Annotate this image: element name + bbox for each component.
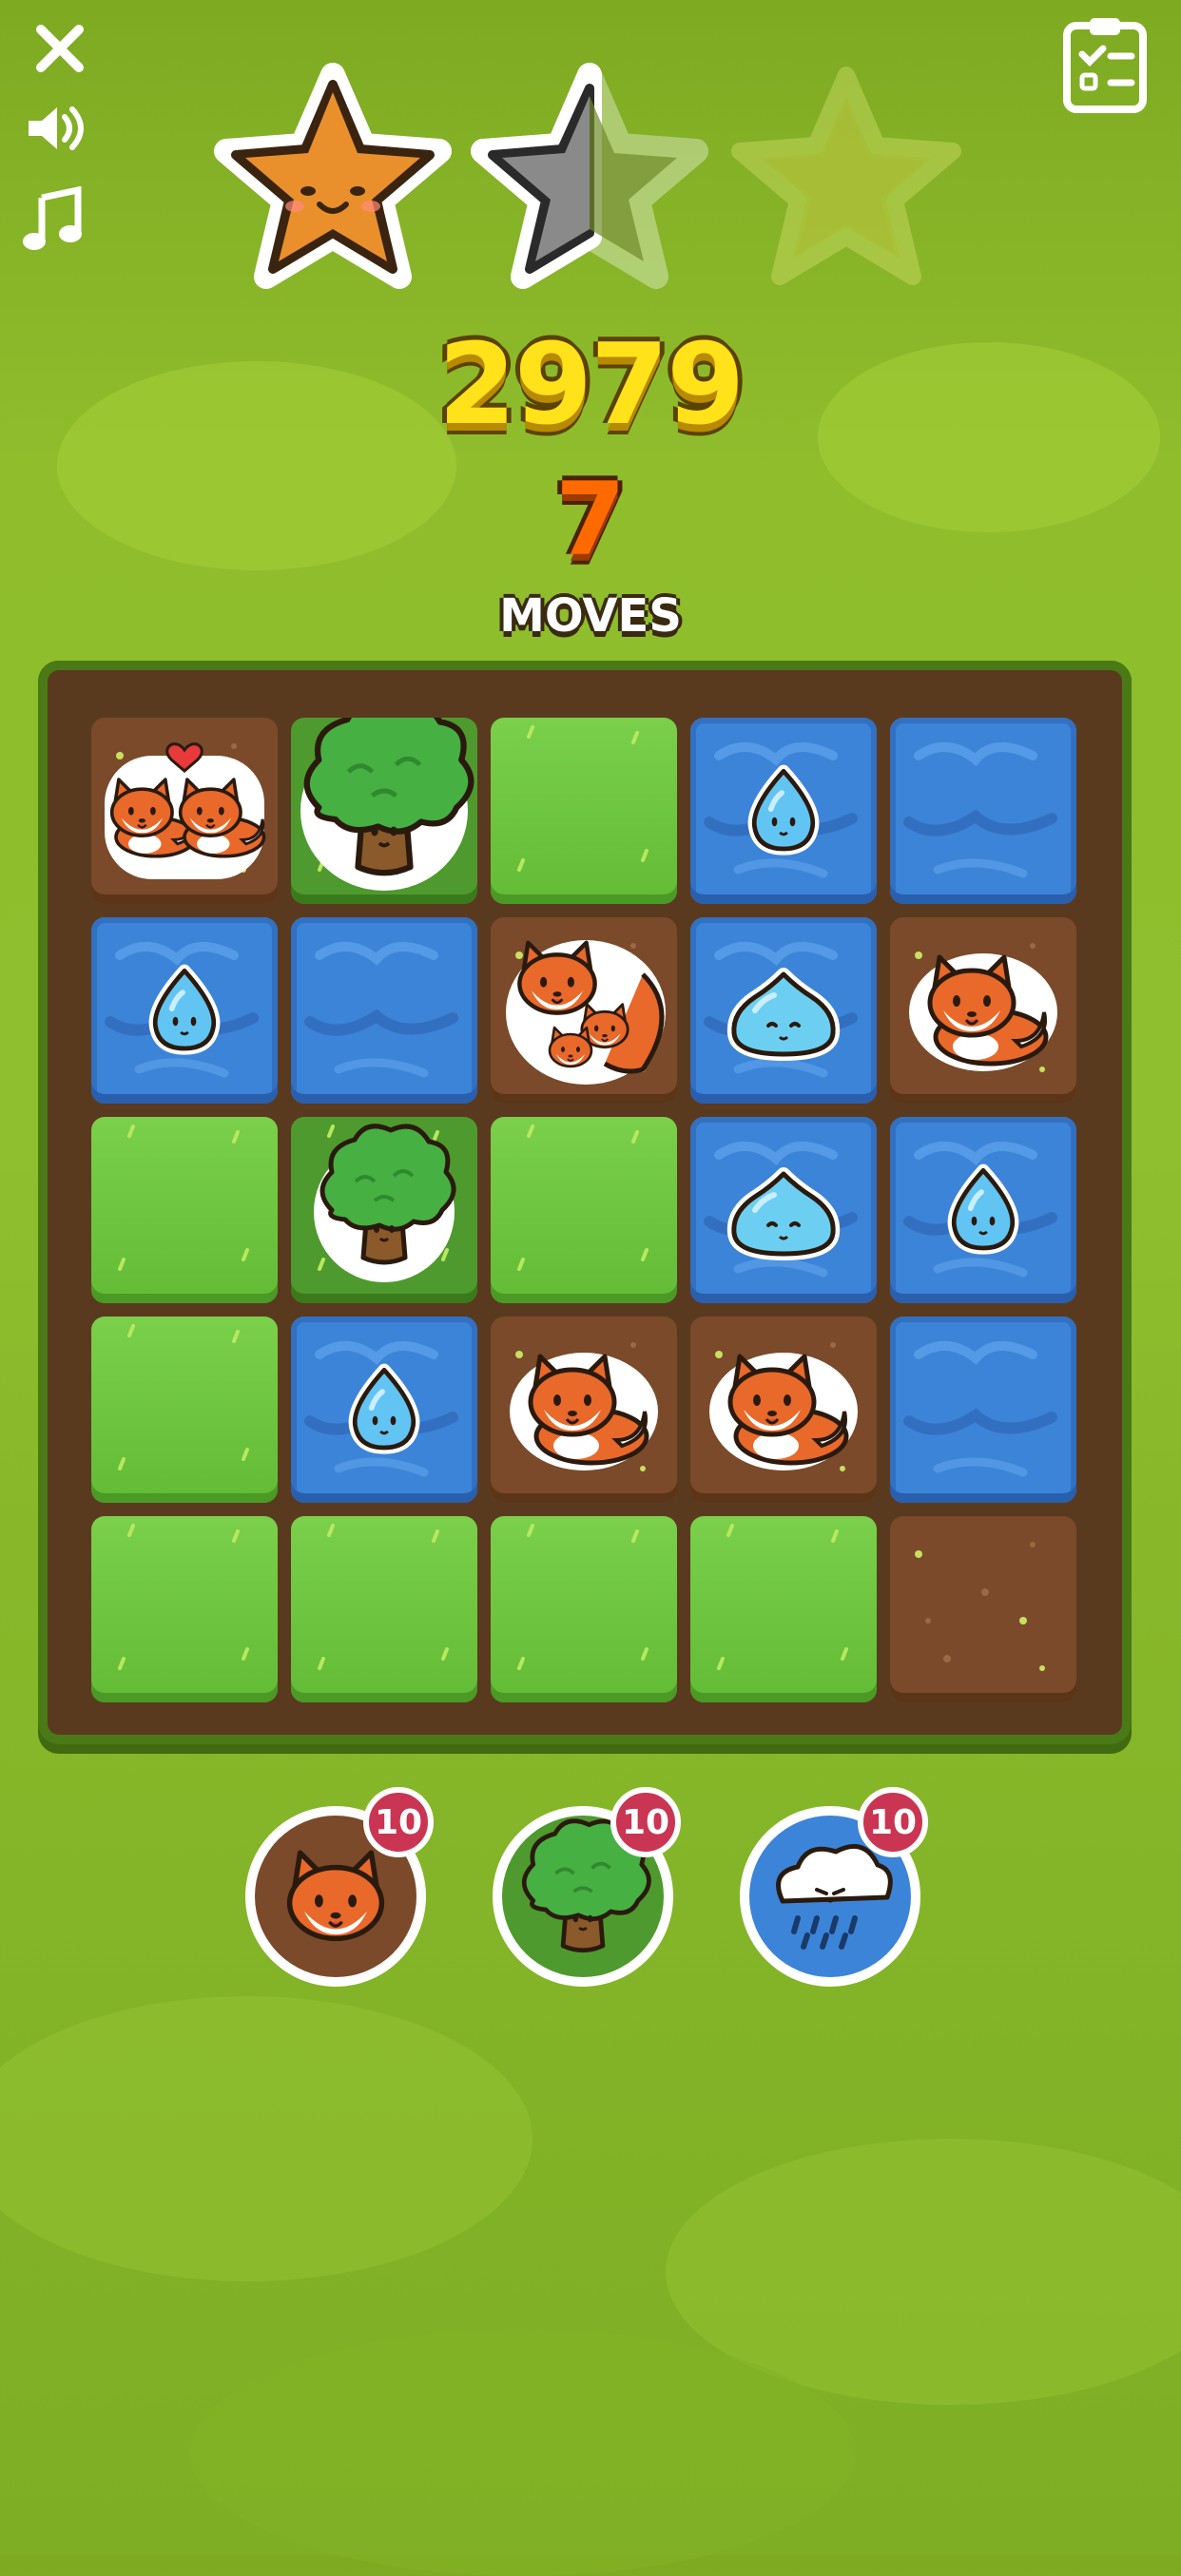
tile-forest[interactable] <box>291 718 477 904</box>
fox-icon <box>909 953 1057 1071</box>
tile-grass[interactable] <box>291 1516 477 1702</box>
tile-water[interactable] <box>890 1317 1076 1503</box>
game-board <box>91 718 1084 1706</box>
tile-grass[interactable] <box>491 718 677 904</box>
tile-grass[interactable] <box>491 1516 677 1702</box>
powerup-tray: 10 10 10 <box>0 1787 1181 1987</box>
tile-grass[interactable] <box>91 1516 278 1702</box>
star-empty-icon <box>723 62 970 299</box>
tile-water[interactable] <box>690 1117 877 1303</box>
top-bar <box>0 0 1181 314</box>
clipboard-checklist-icon[interactable] <box>1059 13 1151 114</box>
tile-water[interactable] <box>91 917 278 1104</box>
water-slime-icon <box>726 968 841 1061</box>
tile-grass[interactable] <box>91 1317 278 1503</box>
water-droplet-icon <box>348 1363 420 1454</box>
big-tree-icon <box>300 718 474 891</box>
fox-icon <box>709 1353 858 1471</box>
moves-label: MOVES <box>499 589 682 643</box>
tile-water[interactable] <box>890 718 1076 904</box>
fox-pair-icon <box>105 742 266 879</box>
powerup-count-badge: 10 <box>610 1787 681 1857</box>
star-half-icon <box>466 62 713 299</box>
tile-water[interactable] <box>890 1117 1076 1303</box>
fox-icon <box>510 1353 658 1471</box>
tile-grass[interactable] <box>91 1117 278 1303</box>
fox-family-icon <box>506 940 666 1085</box>
tile-dirt[interactable] <box>91 718 278 904</box>
tile-dirt[interactable] <box>890 917 1076 1104</box>
star-earned-icon <box>209 62 456 299</box>
moves-count: 7 <box>555 461 626 578</box>
tile-water[interactable] <box>291 917 477 1104</box>
close-icon[interactable] <box>27 15 93 82</box>
tile-water[interactable] <box>690 718 877 904</box>
tile-forest[interactable] <box>291 1117 477 1303</box>
water-droplet-icon <box>747 764 820 855</box>
tile-dirt[interactable] <box>491 917 677 1104</box>
tile-dirt[interactable] <box>890 1516 1076 1702</box>
powerup-count-badge: 10 <box>858 1787 928 1857</box>
tile-water[interactable] <box>690 917 877 1104</box>
tree-icon <box>314 1124 456 1282</box>
water-slime-icon <box>726 1167 841 1260</box>
powerup-fox[interactable]: 10 <box>245 1787 434 1987</box>
tile-grass[interactable] <box>491 1117 677 1303</box>
powerup-tree[interactable]: 10 <box>493 1787 681 1987</box>
music-icon[interactable] <box>19 186 86 253</box>
sound-icon[interactable] <box>23 95 89 162</box>
star-rating <box>209 62 989 290</box>
powerup-count-badge: 10 <box>363 1787 434 1857</box>
powerup-rain-cloud[interactable]: 10 <box>740 1787 928 1987</box>
water-droplet-icon <box>148 964 221 1055</box>
tile-grass[interactable] <box>690 1516 877 1702</box>
tile-dirt[interactable] <box>491 1317 677 1503</box>
tile-dirt[interactable] <box>690 1317 877 1503</box>
water-droplet-icon <box>947 1163 1019 1255</box>
tile-water[interactable] <box>291 1317 477 1503</box>
score: 2979 <box>437 318 745 450</box>
